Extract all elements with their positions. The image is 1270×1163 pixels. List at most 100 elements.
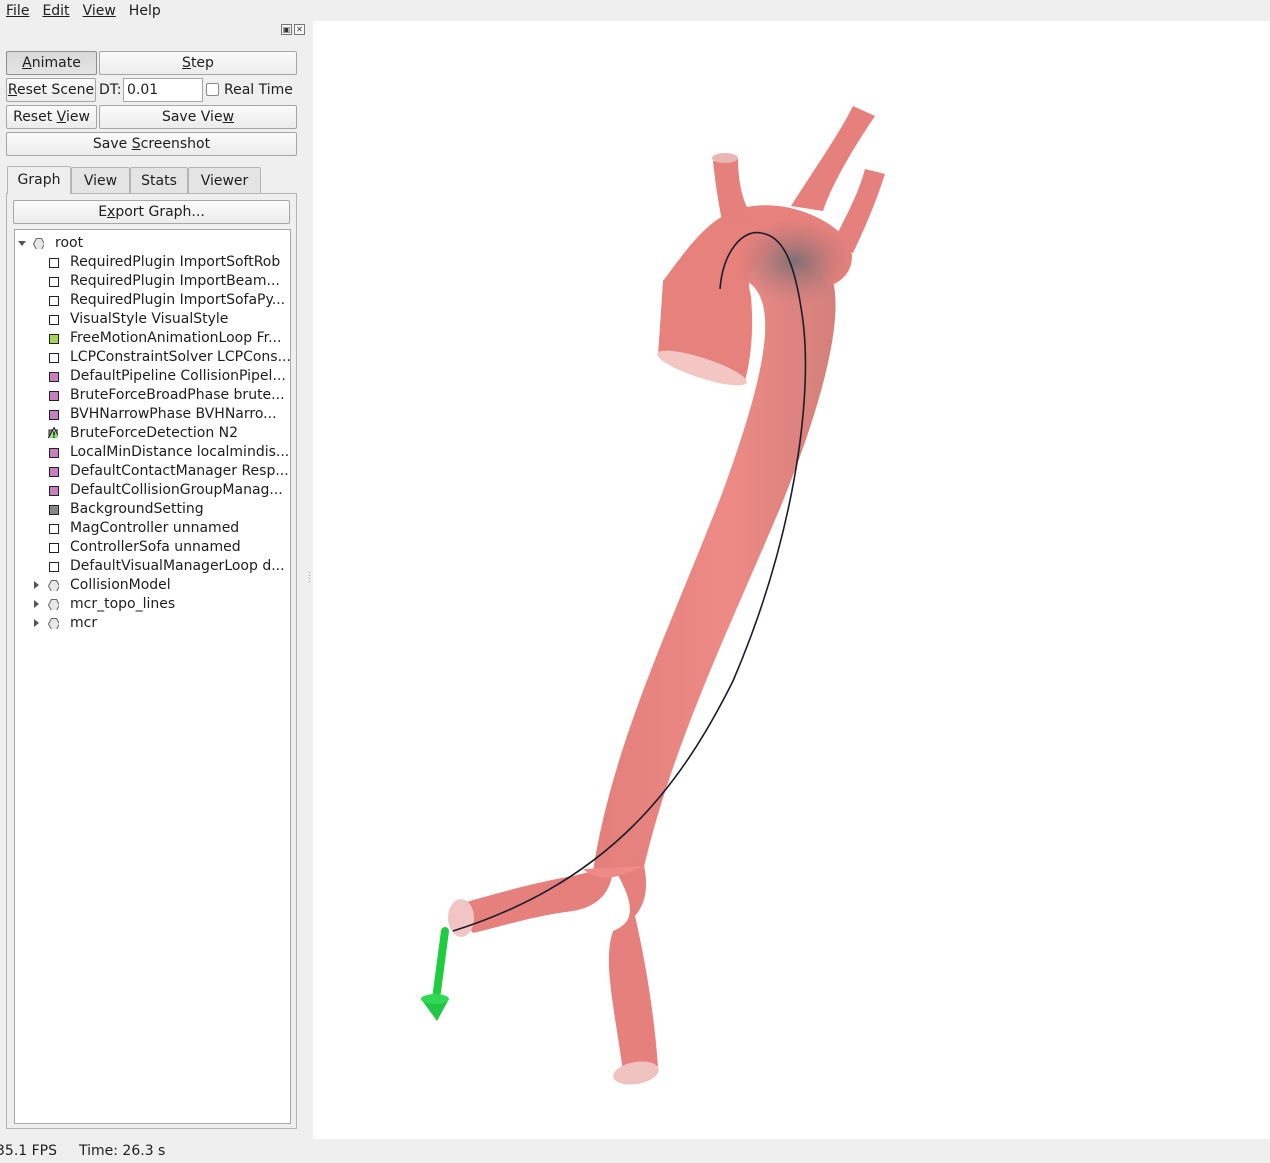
tree-label: LocalMinDistance localmindis...	[70, 444, 290, 460]
tree-component[interactable]: DefaultVisualManagerLoop d...	[15, 557, 290, 576]
tree-component[interactable]: RequiredPlugin ImportSofaPy...	[15, 291, 290, 310]
tree-component[interactable]: LocalMinDistance localmindis...	[15, 443, 290, 462]
tree-label: DefaultCollisionGroupManag...	[70, 482, 283, 498]
menu-view[interactable]: View	[78, 1, 124, 21]
tree-label: FreeMotionAnimationLoop Fr...	[70, 330, 282, 346]
tab-stats[interactable]: Stats	[130, 167, 188, 194]
tree-label: root	[55, 235, 84, 251]
save-screenshot-button[interactable]: Save Screenshot	[6, 132, 297, 156]
float-icon[interactable]: ▣	[281, 24, 292, 35]
tree-label: RequiredPlugin ImportBeam...	[70, 273, 280, 289]
warning-icon	[47, 427, 58, 438]
fps-counter: 35.1 FPS	[0, 1143, 58, 1159]
component-icon	[49, 505, 59, 515]
export-graph-button[interactable]: Export Graph...	[13, 200, 290, 224]
tree-label: VisualStyle VisualStyle	[70, 311, 229, 327]
iliac-right	[608, 861, 658, 1071]
menu-file[interactable]: File	[1, 1, 37, 21]
tree-label: CollisionModel	[70, 577, 171, 593]
collapsed-arrow-icon[interactable]	[34, 581, 39, 589]
tree-component[interactable]: ControllerSofa unnamed	[15, 538, 290, 557]
tree-label: ControllerSofa unnamed	[70, 539, 241, 555]
tree-label: BruteForceDetection N2	[70, 425, 239, 441]
tree-component[interactable]: MagController unnamed	[15, 519, 290, 538]
tab-viewer[interactable]: Viewer	[188, 167, 261, 194]
real-time-checkbox[interactable]	[206, 83, 219, 96]
tree-node[interactable]: mcr	[15, 614, 290, 633]
component-icon	[49, 334, 59, 344]
tree-component[interactable]: DefaultContactManager Resp...	[15, 462, 290, 481]
tree-component[interactable]: BVHNarrowPhase BVHNarro...	[15, 405, 290, 424]
tree-component[interactable]: FreeMotionAnimationLoop Fr...	[15, 329, 290, 348]
tree-node[interactable]: CollisionModel	[15, 576, 290, 595]
real-time-label: Real Time	[224, 82, 293, 98]
sim-time: Time: 26.3 s	[79, 1143, 166, 1159]
tree-component[interactable]: BruteForceBroadPhase brute...	[15, 386, 290, 405]
component-icon	[49, 448, 59, 458]
step-button[interactable]: Step	[99, 51, 297, 75]
tree-label: mcr_topo_lines	[70, 596, 176, 612]
component-icon	[49, 353, 59, 363]
component-icon	[49, 562, 59, 572]
tree-label: mcr	[70, 615, 98, 631]
tree-label: LCPConstraintSolver LCPCons...	[70, 349, 290, 365]
menu-bar: File Edit View Help	[0, 0, 1270, 21]
node-icon	[48, 618, 59, 629]
status-bar: 35.1 FPS Time: 26.3 s	[0, 1139, 1270, 1160]
3d-viewport[interactable]	[313, 21, 1270, 1139]
collapsed-arrow-icon[interactable]	[34, 600, 39, 608]
dock-controls: ▣ ✕	[281, 24, 305, 35]
node-icon	[33, 238, 44, 249]
scene-graph-tree[interactable]: root RequiredPlugin ImportSoftRob Required…	[14, 229, 291, 1124]
component-icon	[49, 543, 59, 553]
tree-component[interactable]: RequiredPlugin ImportBeam...	[15, 272, 290, 291]
iliac-left-opening	[448, 899, 474, 937]
menu-help[interactable]: Help	[124, 1, 169, 21]
component-icon	[49, 296, 59, 306]
tab-graph[interactable]: Graph	[7, 166, 71, 194]
tree-label: DefaultContactManager Resp...	[70, 463, 289, 479]
tree-component[interactable]: DefaultCollisionGroupManag...	[15, 481, 290, 500]
component-icon	[49, 410, 59, 420]
collapsed-arrow-icon[interactable]	[34, 619, 39, 627]
tab-view[interactable]: View	[71, 167, 130, 194]
branch-left	[713, 159, 753, 226]
tree-label: DefaultVisualManagerLoop d...	[70, 558, 285, 574]
tree-label: RequiredPlugin ImportSoftRob	[70, 254, 281, 270]
magnetic-field-arrow	[421, 927, 449, 1021]
component-icon	[49, 258, 59, 268]
node-icon	[48, 580, 59, 591]
tree-component[interactable]: RequiredPlugin ImportSoftRob	[15, 253, 290, 272]
tree-label: BruteForceBroadPhase brute...	[70, 387, 285, 403]
component-icon	[49, 486, 59, 496]
tree-label: BackgroundSetting	[70, 501, 204, 517]
dt-input[interactable]: 0.01	[123, 78, 203, 102]
panel-splitter[interactable]	[308, 570, 311, 590]
tree-label: BVHNarrowPhase BVHNarro...	[70, 406, 277, 422]
reset-scene-button[interactable]: Reset Scene	[6, 78, 96, 102]
component-icon	[49, 315, 59, 325]
tree-node[interactable]: root	[15, 234, 290, 253]
tree-component[interactable]: BruteForceDetection N2	[15, 424, 290, 443]
vessel-scene	[421, 106, 885, 1085]
dt-label: DT:	[99, 82, 122, 98]
component-icon	[49, 524, 59, 534]
animate-button[interactable]: Animate	[6, 51, 97, 75]
tree-node[interactable]: mcr_topo_lines	[15, 595, 290, 614]
tree-component[interactable]: DefaultPipeline CollisionPipel...	[15, 367, 290, 386]
menu-edit[interactable]: Edit	[37, 1, 77, 21]
component-icon	[49, 277, 59, 287]
tree-component[interactable]: BackgroundSetting	[15, 500, 290, 519]
save-view-button[interactable]: Save View	[99, 105, 297, 129]
close-icon[interactable]: ✕	[294, 24, 305, 35]
reset-view-button[interactable]: Reset View	[6, 105, 97, 129]
expanded-arrow-icon[interactable]	[18, 241, 26, 246]
tree-label: DefaultPipeline CollisionPipel...	[70, 368, 286, 384]
tree-label: RequiredPlugin ImportSofaPy...	[70, 292, 286, 308]
tree-component[interactable]: LCPConstraintSolver LCPCons...	[15, 348, 290, 367]
tree-component[interactable]: VisualStyle VisualStyle	[15, 310, 290, 329]
component-icon	[49, 467, 59, 477]
component-icon	[49, 372, 59, 382]
node-icon	[48, 599, 59, 610]
graph-tab-pane: Export Graph... root RequiredPlugin Impor…	[6, 193, 297, 1129]
